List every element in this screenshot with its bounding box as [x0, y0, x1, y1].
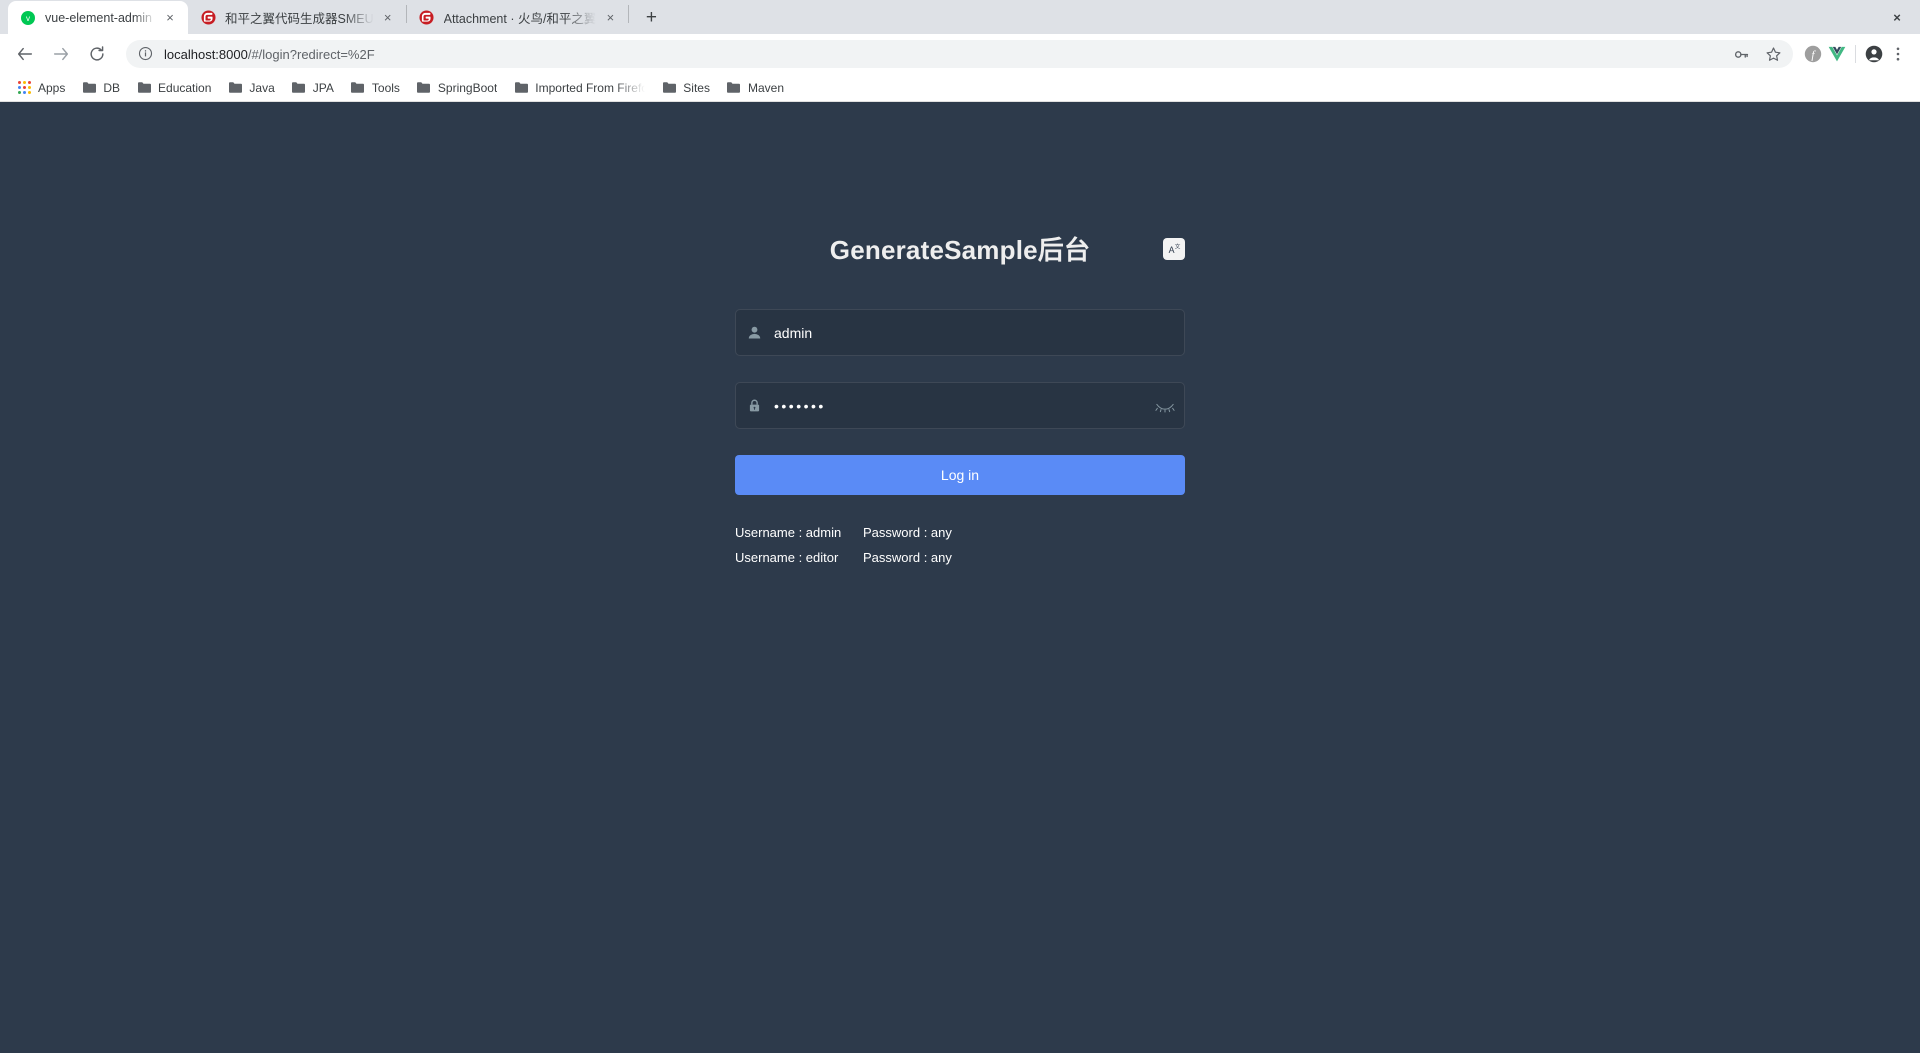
bookmark-maven-label: Maven	[747, 80, 784, 95]
window-close-button[interactable]: ×	[1874, 1, 1920, 33]
address-bar-url: localhost:8000/#/login?redirect=%2F	[164, 47, 375, 62]
hint-username-editor: Username : editor	[735, 550, 839, 565]
bookmark-imported-from-firefox-label: Imported From Firefox	[535, 80, 646, 95]
gitee-favicon-icon	[200, 10, 216, 26]
hint-username-admin: Username : admin	[735, 525, 842, 540]
extension-f-icon[interactable]: f	[1801, 42, 1825, 66]
new-tab-button[interactable]: +	[637, 3, 665, 31]
page-title: GenerateSample后台	[829, 235, 1091, 265]
address-bar[interactable]: localhost:8000/#/login?redirect=%2F	[126, 40, 1793, 68]
bookmark-db-label: DB	[103, 80, 121, 95]
browser-toolbar: localhost:8000/#/login?redirect=%2F f	[0, 34, 1920, 74]
bookmark-jpa-label: JPA	[312, 80, 334, 95]
browser-tab-3-title: Attachment · 火鸟/和平之翼	[443, 12, 597, 26]
browser-tab-3[interactable]: Attachment · 火鸟/和平之翼 ×	[407, 1, 629, 34]
lock-icon	[736, 398, 772, 413]
bookmark-maven[interactable]: Maven	[718, 77, 792, 99]
bookmark-education-label: Education	[158, 80, 212, 95]
tab-strip: v vue-element-admin × 和平之翼代码生成器SMEU × At…	[0, 0, 1920, 34]
browser-tab-2[interactable]: 和平之翼代码生成器SMEU ×	[188, 1, 406, 34]
login-hint-row: Username : admin Password : any	[735, 525, 1185, 540]
bookmark-sites-label: Sites	[683, 80, 710, 95]
gitee-favicon-icon	[419, 10, 435, 26]
bookmark-apps-label: Apps	[38, 80, 66, 95]
browser-window: v vue-element-admin × 和平之翼代码生成器SMEU × At…	[0, 0, 1920, 1053]
svg-text:v: v	[26, 14, 30, 23]
browser-tab-2-title: 和平之翼代码生成器SMEU	[225, 12, 374, 26]
tab-divider	[628, 4, 630, 23]
login-form: GenerateSample后台 A 文 admin ••••••• Log i…	[735, 230, 1185, 575]
extension-vue-icon[interactable]	[1825, 42, 1849, 66]
user-icon	[736, 325, 772, 340]
bookmark-apps[interactable]: Apps	[8, 77, 73, 99]
bookmark-java-label: Java	[249, 80, 275, 95]
folder-icon	[416, 80, 432, 96]
folder-icon	[661, 80, 677, 96]
browser-tab-1[interactable]: v vue-element-admin ×	[8, 1, 188, 34]
reload-button[interactable]	[82, 39, 112, 69]
bookmark-jpa[interactable]: JPA	[283, 77, 342, 99]
toolbar-divider	[1855, 45, 1856, 63]
bookmark-java[interactable]: Java	[219, 77, 282, 99]
password-key-icon[interactable]	[1729, 42, 1753, 66]
login-button[interactable]: Log in	[735, 455, 1185, 495]
browser-tab-2-close-icon[interactable]: ×	[380, 10, 396, 26]
login-hint-row: Username : editor Password : any	[735, 550, 1185, 565]
folder-icon	[81, 80, 97, 96]
browser-tab-1-title: vue-element-admin	[45, 10, 152, 25]
folder-icon	[227, 80, 243, 96]
bookmark-imported-from-firefox[interactable]: Imported From Firefox	[505, 77, 653, 99]
folder-icon	[726, 80, 742, 96]
omnibox-actions	[1729, 42, 1785, 66]
profile-avatar-icon[interactable]	[1862, 42, 1886, 66]
lang-select-icon[interactable]: A 文	[1163, 237, 1185, 260]
bookmark-springboot-label: SpringBoot	[437, 80, 498, 95]
login-header: GenerateSample后台 A 文	[735, 230, 1185, 267]
back-button[interactable]	[10, 39, 40, 69]
bookmark-sites[interactable]: Sites	[653, 77, 718, 99]
bookmark-star-icon[interactable]	[1761, 42, 1785, 66]
password-field[interactable]: •••••••	[735, 382, 1185, 429]
login-page: GenerateSample后台 A 文 admin ••••••• Log i…	[0, 102, 1920, 1053]
browser-tab-1-close-icon[interactable]: ×	[162, 10, 178, 26]
password-input-masked-value[interactable]: •••••••	[772, 398, 1146, 414]
svg-text:A: A	[1169, 245, 1175, 255]
username-field[interactable]	[735, 309, 1185, 356]
bookmark-education[interactable]: Education	[128, 77, 219, 99]
eye-closed-icon[interactable]	[1146, 399, 1184, 413]
info-circle-icon[interactable]	[138, 46, 154, 62]
apps-grid-icon	[16, 80, 32, 96]
url-path: /#/login?redirect=%2F	[247, 46, 375, 62]
login-hints: Username : admin Password : any Username…	[735, 525, 1185, 565]
chrome-menu-icon[interactable]	[1886, 42, 1910, 66]
bookmark-tools[interactable]: Tools	[342, 77, 408, 99]
hint-password-editor: Password : any	[863, 550, 952, 565]
bookmark-tools-label: Tools	[371, 80, 400, 95]
bookmark-db[interactable]: DB	[73, 77, 128, 99]
forward-button[interactable]	[46, 39, 76, 69]
browser-tab-3-close-icon[interactable]: ×	[602, 10, 618, 26]
window-controls: ×	[1874, 0, 1920, 34]
folder-icon	[350, 80, 366, 96]
bookmarks-bar: Apps DB Education Java JPA Tools SpringB…	[0, 74, 1920, 102]
vue-favicon-icon: v	[20, 10, 36, 26]
folder-icon	[513, 80, 529, 96]
bookmark-springboot[interactable]: SpringBoot	[408, 77, 505, 99]
url-host: localhost:8000	[164, 46, 248, 62]
folder-icon	[136, 80, 152, 96]
folder-icon	[291, 80, 307, 96]
username-input[interactable]	[772, 310, 1184, 355]
hint-password-admin: Password : any	[863, 525, 952, 540]
